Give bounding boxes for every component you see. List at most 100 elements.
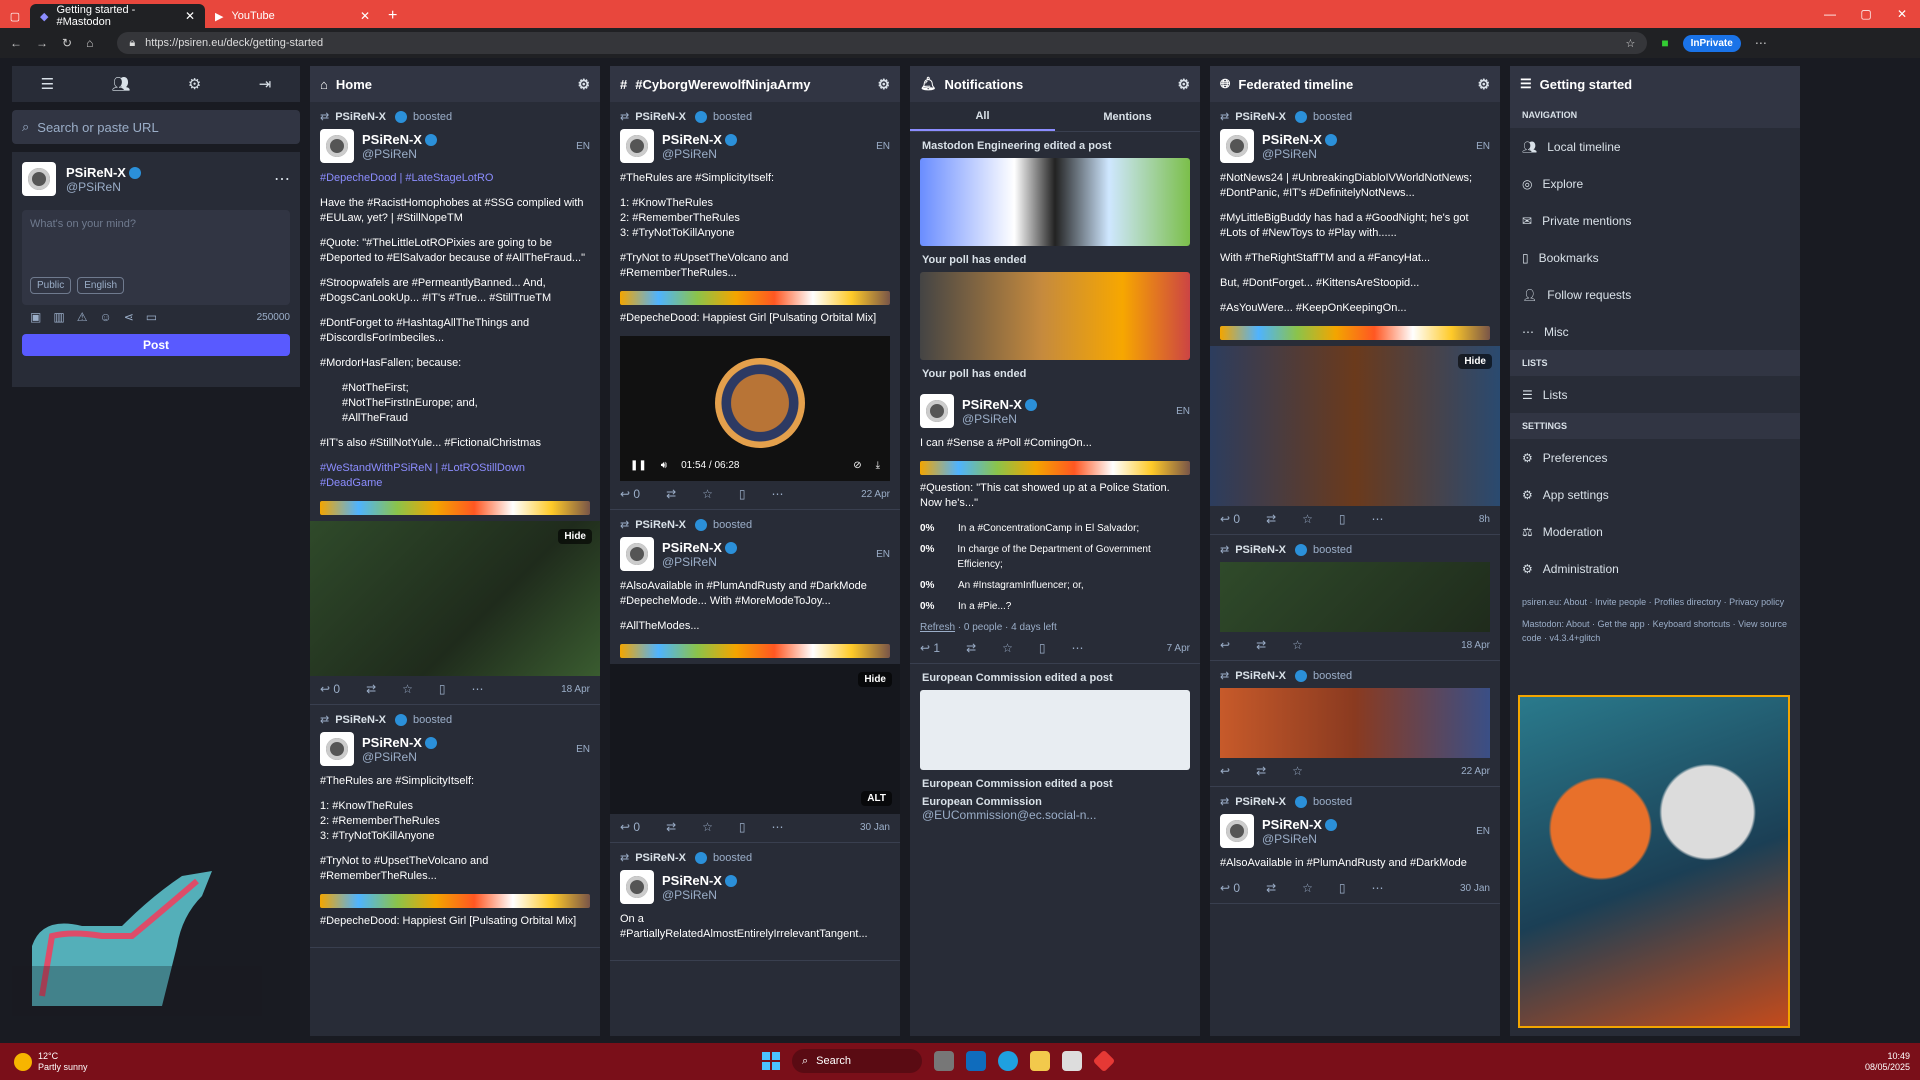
- booster-name[interactable]: PSiReN-X: [635, 852, 686, 864]
- column-settings-icon[interactable]: ⚙︎: [877, 76, 890, 93]
- status-date[interactable]: 22 Apr: [861, 489, 890, 500]
- media-preview[interactable]: [920, 158, 1190, 246]
- avatar[interactable]: [22, 162, 56, 196]
- reply-icon[interactable]: ↩ 0: [1220, 881, 1240, 895]
- more-icon[interactable]: ⋯: [772, 820, 784, 834]
- media-preview[interactable]: [920, 272, 1190, 360]
- display-name[interactable]: PSiReN-X: [962, 397, 1022, 412]
- bookmark-icon[interactable]: ▯: [1339, 881, 1346, 895]
- reply-icon[interactable]: ↩ 0: [1220, 512, 1240, 526]
- status[interactable]: ⇄ PSiReN-X boosted PSiReN-X @PSiReN EN #Also…: [610, 510, 900, 843]
- hide-media-button[interactable]: Hide: [558, 529, 592, 544]
- status[interactable]: PSiReN-X @PSiReN EN I can #Sense a #Poll #…: [910, 386, 1200, 664]
- nav-explore[interactable]: ◎ Explore: [1510, 165, 1800, 202]
- system-clock[interactable]: 10:49 08/05/2025: [1865, 1051, 1910, 1073]
- close-tab-icon[interactable]: ✕: [360, 9, 370, 23]
- bookmark-icon[interactable]: ▯: [439, 682, 446, 696]
- notification-poll[interactable]: Your poll has ended: [910, 360, 1200, 386]
- display-name[interactable]: PSiReN-X: [1262, 817, 1322, 832]
- favourite-icon[interactable]: ☆: [702, 487, 713, 501]
- column-title[interactable]: Federated timeline: [1238, 77, 1353, 92]
- column-settings-icon[interactable]: ⚙︎: [1477, 76, 1490, 93]
- media-attachment[interactable]: Hide: [310, 521, 600, 676]
- url-field[interactable]: 🔒︎ https://psiren.eu/deck/getting-started…: [117, 32, 1648, 54]
- close-tab-icon[interactable]: ✕: [185, 9, 195, 23]
- bookmark-icon[interactable]: ▯: [739, 820, 746, 834]
- tab-mastodon[interactable]: ◆ Getting started - #Mastodon ✕: [30, 4, 205, 28]
- more-icon[interactable]: ⋯: [1372, 881, 1384, 895]
- bookmark-icon[interactable]: ▯: [1339, 512, 1346, 526]
- search-input[interactable]: ⌕ Search or paste URL: [12, 110, 300, 144]
- boost-button-icon[interactable]: ⇄: [966, 641, 976, 655]
- avatar[interactable]: [320, 732, 354, 766]
- column-settings-icon[interactable]: ⚙︎: [1177, 76, 1190, 93]
- extension-icon[interactable]: ■: [1661, 36, 1668, 50]
- status-date[interactable]: 30 Jan: [1460, 883, 1490, 894]
- favourite-icon[interactable]: ☆: [1302, 881, 1313, 895]
- notification-preview[interactable]: European Commission @EUCommission@ec.soci…: [910, 796, 1200, 822]
- boost-button-icon[interactable]: ⇄: [1266, 881, 1276, 895]
- start-icon[interactable]: [762, 1052, 780, 1070]
- language-button[interactable]: English: [77, 277, 125, 294]
- booster-name[interactable]: PSiReN-X: [1235, 796, 1286, 808]
- edge-icon[interactable]: [998, 1051, 1018, 1071]
- maximize-icon[interactable]: ▢: [1848, 0, 1884, 28]
- nav-follow-requests[interactable]: 👤︎ Follow requests: [1510, 276, 1800, 313]
- poll-refresh-link[interactable]: Refresh: [920, 622, 955, 633]
- avatar[interactable]: [1220, 129, 1254, 163]
- status[interactable]: ⇄ PSiReN-X boosted PSiReN-X @PSiReN EN #NotN…: [1210, 102, 1500, 535]
- home-icon[interactable]: ⌂: [86, 36, 93, 50]
- booster-name[interactable]: PSiReN-X: [1235, 111, 1286, 123]
- emoji-icon[interactable]: ☺: [99, 310, 111, 324]
- status-date[interactable]: 7 Apr: [1167, 643, 1190, 654]
- status[interactable]: ⇄ PSiReN-X boosted PSiReN-X @PSiReN EN #Depe…: [310, 102, 600, 705]
- status-date[interactable]: 22 Apr: [1461, 766, 1490, 777]
- reply-icon[interactable]: ↩ 0: [620, 820, 640, 834]
- avatar[interactable]: [320, 129, 354, 163]
- reload-icon[interactable]: ↻: [62, 36, 72, 50]
- nav-bookmarks[interactable]: ▯ Bookmarks: [1510, 239, 1800, 276]
- nav-private-mentions[interactable]: ✉ Private mentions: [1510, 202, 1800, 239]
- reply-icon[interactable]: ↩ 0: [620, 487, 640, 501]
- media-attachment[interactable]: Hide ALT: [610, 664, 900, 814]
- favourite-icon[interactable]: ☆: [1292, 638, 1303, 652]
- tab-youtube[interactable]: ▶ YouTube ✕: [205, 4, 380, 28]
- nav-administration[interactable]: ⚙︎ Administration: [1510, 550, 1800, 587]
- booster-name[interactable]: PSiReN-X: [335, 714, 386, 726]
- display-name[interactable]: PSiReN-X: [662, 873, 722, 888]
- status-date[interactable]: 30 Jan: [860, 822, 890, 833]
- boost-button-icon[interactable]: ⇄: [666, 487, 676, 501]
- column-settings-icon[interactable]: ⚙︎: [577, 76, 590, 93]
- avatar[interactable]: [920, 394, 954, 428]
- more-icon[interactable]: ⋯: [472, 682, 484, 696]
- weather-widget[interactable]: 12°C Partly sunny: [0, 1051, 88, 1073]
- app-icon[interactable]: [1062, 1051, 1082, 1071]
- media-preview[interactable]: [1220, 562, 1490, 632]
- notification-edit[interactable]: Mastodon Engineering edited a post: [910, 132, 1200, 158]
- bookmark-icon[interactable]: ▯: [739, 487, 746, 501]
- nav-misc[interactable]: ⋯ Misc: [1510, 313, 1800, 350]
- reply-icon[interactable]: ↩ 0: [320, 682, 340, 696]
- booster-name[interactable]: PSiReN-X: [635, 111, 686, 123]
- status[interactable]: ⇄ PSiReN-X boosted PSiReN-X @PSiReN EN #Also…: [1210, 787, 1500, 904]
- notification-edit[interactable]: European Commission edited a post: [910, 770, 1200, 796]
- avatar[interactable]: [620, 129, 654, 163]
- hide-media-button[interactable]: Hide: [858, 672, 892, 687]
- favourite-icon[interactable]: ☆: [402, 682, 413, 696]
- footer-links[interactable]: psiren.eu: About · Invite people · Profi…: [1510, 587, 1800, 653]
- column-title[interactable]: Home: [336, 77, 372, 92]
- more-options-icon[interactable]: ⋯: [274, 169, 290, 189]
- nav-app-settings[interactable]: ⚙︎ App settings: [1510, 476, 1800, 513]
- taskbar-search[interactable]: ⌕ Search: [792, 1049, 922, 1073]
- booster-name[interactable]: PSiReN-X: [635, 519, 686, 531]
- pause-icon[interactable]: ❚❚: [630, 460, 647, 471]
- notification-edit[interactable]: European Commission edited a post: [910, 664, 1200, 690]
- reply-icon[interactable]: ↩: [1220, 638, 1230, 652]
- boost-button-icon[interactable]: ⇄: [1266, 512, 1276, 526]
- booster-name[interactable]: PSiReN-X: [1235, 544, 1286, 556]
- volume-icon[interactable]: 🔊︎: [661, 460, 667, 471]
- display-name[interactable]: PSiReN-X: [362, 132, 422, 147]
- notification-poll[interactable]: Your poll has ended: [910, 246, 1200, 272]
- media-gallery[interactable]: Hide: [1210, 346, 1500, 506]
- inprivate-badge[interactable]: InPrivate: [1682, 34, 1741, 52]
